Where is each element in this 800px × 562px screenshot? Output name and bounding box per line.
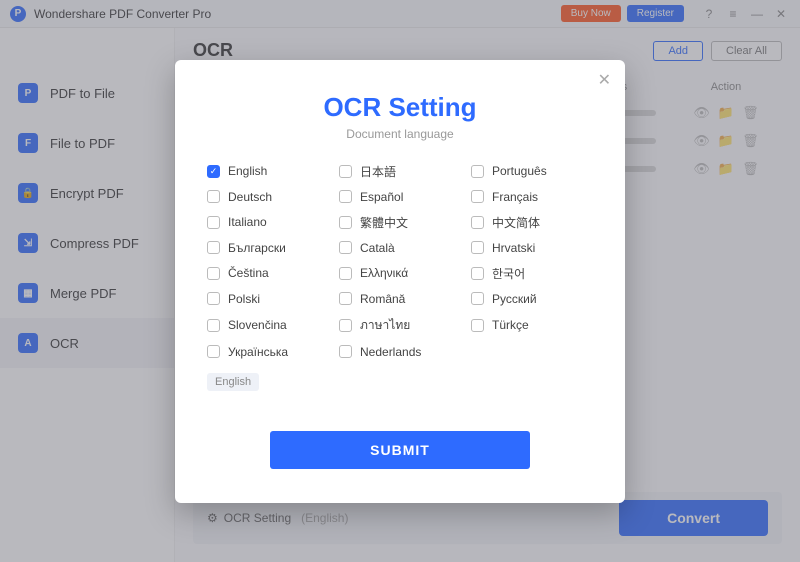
language-label: Українська — [228, 345, 288, 359]
language-option[interactable]: 繁體中文 — [339, 214, 461, 231]
language-option[interactable]: Български — [207, 241, 329, 255]
language-label: Hrvatski — [492, 241, 535, 255]
language-option[interactable]: 日本語 — [339, 163, 461, 180]
checkbox-icon — [207, 345, 220, 358]
language-label: 한국어 — [492, 265, 525, 282]
language-option[interactable]: Hrvatski — [471, 241, 593, 255]
checkbox-icon — [471, 165, 484, 178]
language-option[interactable]: Čeština — [207, 265, 329, 282]
selected-language-chip[interactable]: English — [207, 373, 259, 391]
language-label: Български — [228, 241, 286, 255]
modal-overlay: ✕ OCR Setting Document language English 日… — [0, 0, 800, 562]
language-label: Nederlands — [360, 345, 421, 359]
checkbox-icon — [471, 190, 484, 203]
checkbox-icon — [207, 292, 220, 305]
checkbox-icon — [207, 165, 220, 178]
checkbox-icon — [339, 319, 352, 332]
close-icon[interactable]: ✕ — [598, 70, 611, 90]
language-option[interactable]: Ελληνικά — [339, 265, 461, 282]
checkbox-icon — [207, 267, 220, 280]
language-option[interactable]: Română — [339, 292, 461, 306]
language-label: Türkçe — [492, 318, 529, 332]
checkbox-icon — [471, 292, 484, 305]
language-option[interactable]: Català — [339, 241, 461, 255]
language-option[interactable]: Nederlands — [339, 345, 461, 359]
language-grid: English 日本語 Português Deutsch Español Françai… — [207, 163, 593, 359]
checkbox-icon — [471, 319, 484, 332]
language-option[interactable]: Italiano — [207, 214, 329, 231]
language-label: Português — [492, 164, 547, 178]
language-label: Français — [492, 190, 538, 204]
language-option[interactable]: Deutsch — [207, 190, 329, 204]
language-option[interactable]: Français — [471, 190, 593, 204]
language-option[interactable]: Español — [339, 190, 461, 204]
language-label: Polski — [228, 292, 260, 306]
checkbox-icon — [207, 319, 220, 332]
language-option[interactable]: Polski — [207, 292, 329, 306]
language-label: 中文简体 — [492, 214, 540, 231]
checkbox-icon — [339, 216, 352, 229]
checkbox-icon — [471, 216, 484, 229]
language-option[interactable]: 한국어 — [471, 265, 593, 282]
checkbox-icon — [207, 190, 220, 203]
checkbox-icon — [207, 216, 220, 229]
language-label: Italiano — [228, 215, 267, 229]
dialog-subtitle: Document language — [207, 127, 593, 141]
language-label: ภาษาไทย — [360, 316, 410, 335]
language-label: Čeština — [228, 266, 269, 280]
language-option[interactable]: Português — [471, 163, 593, 180]
checkbox-icon — [339, 345, 352, 358]
checkbox-icon — [339, 241, 352, 254]
ocr-setting-dialog: ✕ OCR Setting Document language English 日… — [175, 60, 625, 503]
dialog-title: OCR Setting — [207, 92, 593, 123]
language-label: 日本語 — [360, 163, 396, 180]
language-label: 繁體中文 — [360, 214, 408, 231]
language-label: Română — [360, 292, 405, 306]
language-option[interactable]: Русский — [471, 292, 593, 306]
language-label: English — [228, 164, 267, 178]
language-option[interactable]: ภาษาไทย — [339, 316, 461, 335]
checkbox-icon — [471, 241, 484, 254]
language-label: Ελληνικά — [360, 266, 408, 280]
submit-button[interactable]: SUBMIT — [270, 431, 530, 469]
checkbox-icon — [339, 165, 352, 178]
language-label: Slovenčina — [228, 318, 287, 332]
language-option[interactable]: English — [207, 163, 329, 180]
checkbox-icon — [339, 190, 352, 203]
language-option[interactable]: Slovenčina — [207, 316, 329, 335]
language-option[interactable]: Українська — [207, 345, 329, 359]
language-label: Deutsch — [228, 190, 272, 204]
app-window: P Wondershare PDF Converter Pro Buy Now … — [0, 0, 800, 562]
checkbox-icon — [339, 267, 352, 280]
language-option[interactable]: Türkçe — [471, 316, 593, 335]
language-option[interactable]: 中文简体 — [471, 214, 593, 231]
language-label: Русский — [492, 292, 537, 306]
language-label: Español — [360, 190, 403, 204]
checkbox-icon — [471, 267, 484, 280]
language-label: Català — [360, 241, 395, 255]
checkbox-icon — [207, 241, 220, 254]
checkbox-icon — [339, 292, 352, 305]
